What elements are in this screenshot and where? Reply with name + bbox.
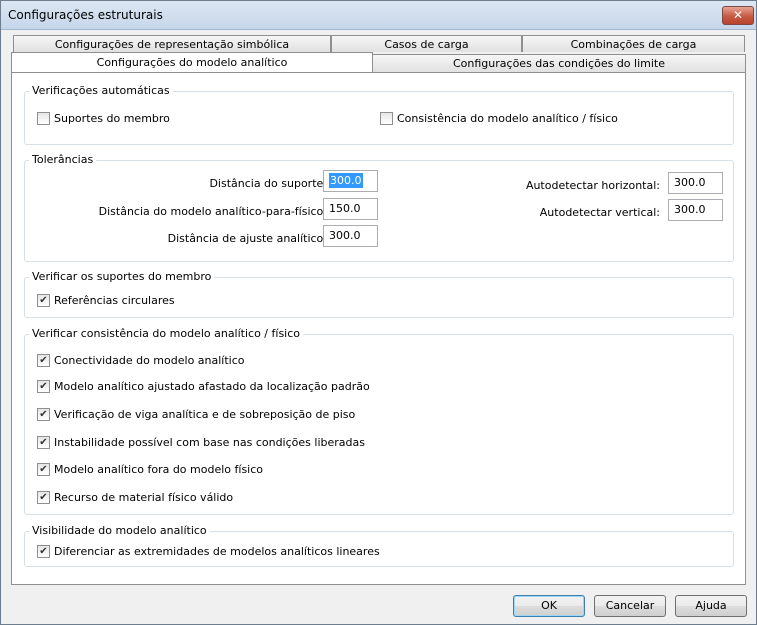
member-supports-group: Verificar os suportes do membro ✔ Referê… bbox=[24, 270, 734, 318]
group-title: Verificar os suportes do membro bbox=[29, 270, 215, 283]
checkbox-box[interactable] bbox=[37, 112, 50, 125]
checkbox-label: Modelo analítico fora do modelo físico bbox=[54, 463, 264, 476]
checkbox-label: Suportes do membro bbox=[54, 112, 170, 125]
checkbox-box[interactable]: ✔ bbox=[37, 380, 50, 393]
tolerances-group: Tolerâncias Distância do suporte: 300.0 … bbox=[24, 153, 734, 262]
checkbox-label: Consistência do modelo analítico / físic… bbox=[397, 112, 618, 125]
consistency-group: Verificar consistência do modelo analíti… bbox=[24, 327, 734, 515]
checkbox-box[interactable]: ✔ bbox=[37, 354, 50, 367]
visibility-group: Visibilidade do modelo analítico ✔ Difer… bbox=[24, 524, 734, 567]
checkbox-label: Diferenciar as extremidades de modelos a… bbox=[54, 545, 380, 558]
close-icon[interactable]: ✕ bbox=[722, 6, 754, 25]
checkbox-box[interactable]: ✔ bbox=[37, 491, 50, 504]
auto-detect-vertical-input[interactable]: 300.0 bbox=[668, 199, 723, 221]
group-title: Visibilidade do modelo analítico bbox=[29, 524, 210, 537]
title-bar[interactable]: Configurações estruturais ✕ bbox=[1, 1, 756, 30]
tab-load-combinations[interactable]: Combinações de carga bbox=[522, 35, 745, 52]
checkbox-label: Modelo analítico ajustado afastado da lo… bbox=[54, 380, 370, 393]
checkbox-box[interactable]: ✔ bbox=[37, 294, 50, 307]
group-title: Tolerâncias bbox=[29, 153, 97, 166]
checkbox-label: Conectividade do modelo analítico bbox=[54, 354, 245, 367]
checkbox-label: Verificação de viga analítica e de sobre… bbox=[54, 408, 356, 421]
analytical-physical-distance-label: Distância do modelo analítico-para-físic… bbox=[98, 205, 327, 218]
auto-detect-vertical-label: Autodetectar vertical: bbox=[539, 206, 660, 219]
checkbox-label: Referências circulares bbox=[54, 294, 175, 307]
auto-detect-horizontal-label: Autodetectar horizontal: bbox=[525, 179, 660, 192]
ok-button[interactable]: OK bbox=[513, 595, 585, 617]
checkbox-label: Instabilidade possível com base nas cond… bbox=[54, 436, 365, 449]
analytical-adjust-distance-label: Distância de ajuste analítico: bbox=[167, 232, 327, 245]
support-distance-label: Distância do suporte: bbox=[209, 177, 327, 190]
group-title: Verificar consistência do modelo analíti… bbox=[29, 327, 304, 340]
help-button[interactable]: Ajuda bbox=[675, 595, 747, 617]
checkbox-box[interactable]: ✔ bbox=[37, 545, 50, 558]
analytical-physical-distance-input[interactable]: 150.0 bbox=[323, 198, 378, 220]
analytical-adjust-distance-input[interactable]: 300.0 bbox=[323, 225, 378, 247]
auto-detect-horizontal-input[interactable]: 300.0 bbox=[668, 172, 723, 194]
tab-analytical-model-settings[interactable]: Configurações do modelo analítico bbox=[11, 52, 373, 72]
window-title: Configurações estruturais bbox=[8, 8, 163, 22]
auto-checks-group: Verificações automáticas Suportes do mem… bbox=[24, 84, 734, 145]
tab-panel: Verificações automáticas Suportes do mem… bbox=[11, 72, 746, 585]
cancel-button[interactable]: Cancelar bbox=[594, 595, 666, 617]
group-title: Verificações automáticas bbox=[29, 84, 173, 97]
checkbox-box[interactable] bbox=[380, 112, 393, 125]
dialog-window: Configurações estruturais ✕ Configuraçõe… bbox=[0, 0, 757, 625]
checkbox-box[interactable]: ✔ bbox=[37, 463, 50, 476]
tab-load-cases[interactable]: Casos de carga bbox=[331, 35, 522, 52]
tab-boundary-conditions[interactable]: Configurações das condições do limite bbox=[372, 54, 746, 72]
tab-symbolic-representation[interactable]: Configurações de representação simbólica bbox=[13, 35, 331, 52]
support-distance-input[interactable]: 300.0 bbox=[323, 170, 378, 192]
checkbox-label: Recurso de material físico válido bbox=[54, 491, 234, 504]
checkbox-box[interactable]: ✔ bbox=[37, 408, 50, 421]
checkbox-box[interactable]: ✔ bbox=[37, 436, 50, 449]
